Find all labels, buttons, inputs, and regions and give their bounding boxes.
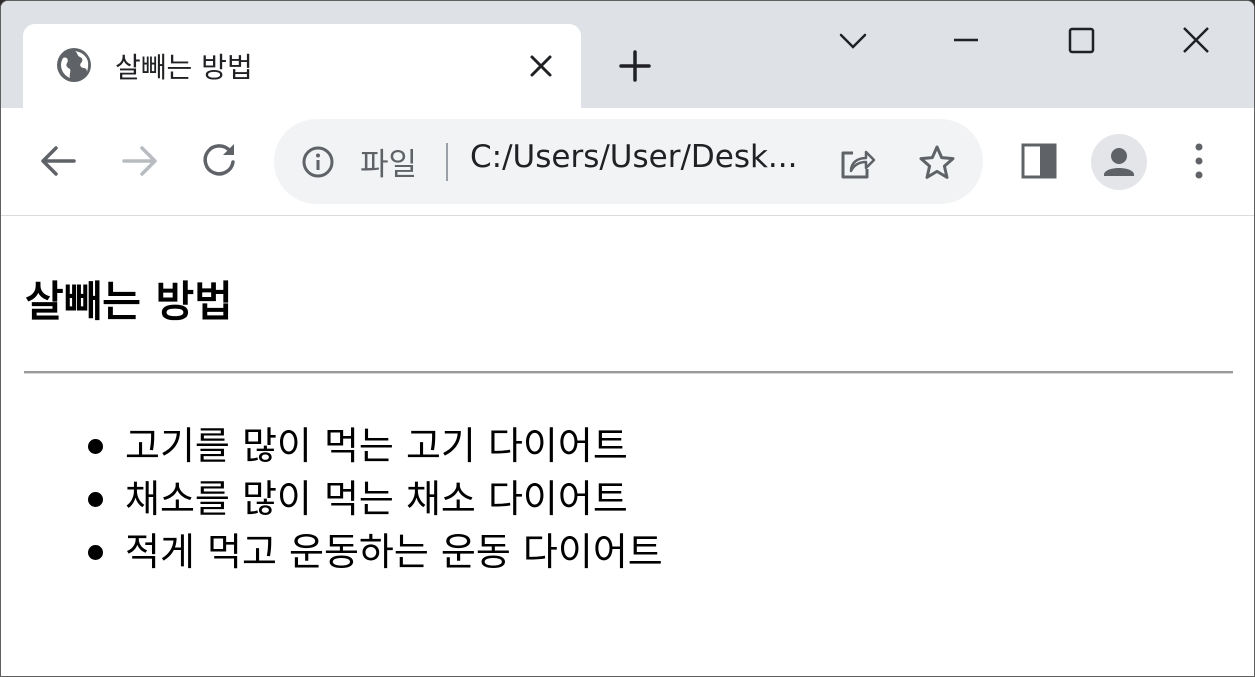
tab-search-icon[interactable]: [831, 19, 875, 63]
bullet-icon: [88, 545, 103, 560]
list-item: 고기를 많이 먹는 고기 다이어트: [1, 420, 663, 473]
globe-icon: [56, 47, 92, 83]
browser-window: 살빼는 방법 파일 C:/Users/User/Desk... 살빼는 방법 고…: [0, 0, 1255, 677]
browser-toolbar: 파일 C:/Users/User/Desk...: [1, 108, 1254, 216]
profile-avatar-icon[interactable]: [1091, 134, 1147, 190]
list-item: 채소를 많이 먹는 채소 다이어트: [1, 473, 663, 526]
page-content: 살빼는 방법 고기를 많이 먹는 고기 다이어트 채소를 많이 먹는 채소 다이…: [1, 216, 1254, 676]
address-bar[interactable]: 파일 C:/Users/User/Desk...: [274, 119, 983, 204]
reload-icon[interactable]: [196, 138, 242, 184]
new-tab-icon[interactable]: [615, 46, 655, 86]
url-text[interactable]: C:/Users/User/Desk...: [470, 139, 810, 175]
scheme-label: 파일: [360, 147, 418, 183]
tab-active[interactable]: 살빼는 방법: [23, 24, 581, 108]
minimize-icon[interactable]: [944, 19, 988, 63]
close-tab-icon[interactable]: [527, 52, 555, 80]
side-panel-icon[interactable]: [1016, 138, 1062, 184]
list-item-text: 고기를 많이 먹는 고기 다이어트: [125, 424, 628, 468]
list-item-text: 채소를 많이 먹는 채소 다이어트: [125, 477, 628, 521]
address-divider: [446, 143, 448, 181]
more-menu-icon[interactable]: [1176, 138, 1222, 184]
page-heading: 살빼는 방법: [25, 277, 233, 326]
horizontal-rule: [24, 371, 1233, 374]
bullet-icon: [88, 492, 103, 507]
tab-strip: 살빼는 방법: [1, 1, 1254, 108]
info-icon[interactable]: [301, 145, 335, 179]
close-window-icon[interactable]: [1174, 19, 1218, 63]
back-arrow-icon[interactable]: [36, 138, 82, 184]
share-icon[interactable]: [837, 143, 877, 183]
list-item-text: 적게 먹고 운동하는 운동 다이어트: [125, 530, 663, 574]
maximize-icon[interactable]: [1059, 19, 1103, 63]
diet-list: 고기를 많이 먹는 고기 다이어트 채소를 많이 먹는 채소 다이어트 적게 먹…: [1, 420, 663, 579]
tab-title: 살빼는 방법: [115, 51, 253, 84]
bookmark-star-icon[interactable]: [917, 143, 957, 183]
list-item: 적게 먹고 운동하는 운동 다이어트: [1, 526, 663, 579]
forward-arrow-icon[interactable]: [116, 138, 162, 184]
bullet-icon: [88, 439, 103, 454]
